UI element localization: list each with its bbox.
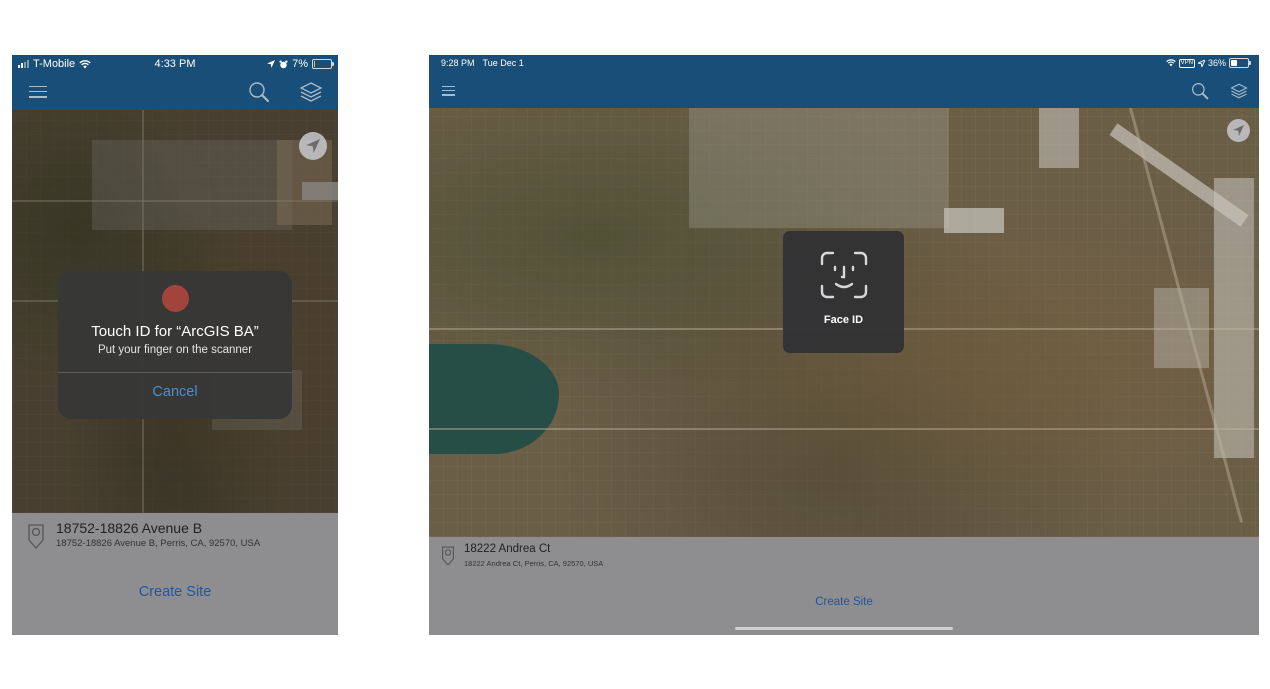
menu-icon[interactable] bbox=[442, 85, 455, 96]
layers-icon[interactable] bbox=[1230, 82, 1248, 100]
locate-button[interactable] bbox=[299, 132, 327, 160]
layers-icon[interactable] bbox=[299, 81, 323, 103]
touch-id-dialog: Touch ID for “ArcGIS BA” Put your finger… bbox=[58, 271, 292, 419]
location-sheet: 18222 Andrea Ct 18222 Andrea Ct, Perris,… bbox=[429, 537, 1259, 635]
locate-button[interactable] bbox=[1227, 119, 1250, 142]
map-pin-icon bbox=[442, 546, 454, 566]
status-right: VPN 36% bbox=[1165, 58, 1251, 68]
location-sheet: 18752-18826 Avenue B 18752-18826 Avenue … bbox=[12, 513, 338, 635]
menu-icon[interactable] bbox=[29, 85, 47, 98]
location-arrow-icon bbox=[1197, 59, 1205, 67]
battery-fill bbox=[1231, 60, 1237, 66]
status-right: 7% bbox=[267, 58, 334, 70]
nav-bar bbox=[12, 73, 338, 110]
status-bar: T-Mobile 4:33 PM 7% bbox=[12, 55, 338, 73]
location-arrow-icon bbox=[1233, 125, 1244, 136]
face-id-dialog: Face ID bbox=[783, 231, 904, 353]
phone-screen: T-Mobile 4:33 PM 7% Touch ID for “ArcGIS… bbox=[12, 55, 338, 635]
address-title: 18222 Andrea Ct bbox=[464, 543, 551, 555]
status-time: 9:28 PM bbox=[441, 58, 475, 68]
tablet-screen: 9:28 PM Tue Dec 1 VPN 36% Face ID 18222 … bbox=[429, 55, 1259, 635]
face-id-icon bbox=[820, 251, 867, 299]
location-arrow-icon bbox=[306, 139, 320, 153]
wifi-icon bbox=[1165, 59, 1176, 67]
home-indicator[interactable] bbox=[735, 627, 953, 630]
map-urban-area bbox=[689, 108, 949, 228]
address-full: 18752-18826 Avenue B, Perris, CA, 92570,… bbox=[56, 538, 261, 549]
dialog-divider bbox=[58, 372, 292, 373]
map-building bbox=[1039, 108, 1079, 168]
battery-icon bbox=[312, 59, 334, 69]
dialog-subtitle: Put your finger on the scanner bbox=[97, 344, 253, 356]
vpn-icon: VPN bbox=[1178, 58, 1195, 68]
status-left: 9:28 PM Tue Dec 1 bbox=[441, 58, 524, 68]
map-road bbox=[429, 428, 1259, 430]
alarm-icon bbox=[279, 59, 288, 68]
fingerprint-indicator-icon bbox=[161, 285, 189, 312]
cancel-button[interactable]: Cancel bbox=[58, 384, 292, 400]
map-pin-icon bbox=[28, 524, 44, 549]
status-bar: 9:28 PM Tue Dec 1 VPN 36% bbox=[429, 55, 1259, 73]
battery-fill bbox=[314, 61, 315, 67]
map-industrial bbox=[1214, 178, 1254, 458]
search-icon[interactable] bbox=[1191, 82, 1209, 100]
nav-bar bbox=[429, 73, 1259, 108]
map-lake bbox=[429, 343, 559, 454]
address-title: 18752-18826 Avenue B bbox=[56, 520, 203, 536]
battery-percent: 7% bbox=[292, 58, 308, 70]
create-site-button[interactable]: Create Site bbox=[429, 596, 1259, 608]
dialog-title: Face ID bbox=[823, 314, 864, 326]
location-arrow-icon bbox=[267, 60, 276, 68]
battery-percent: 36% bbox=[1207, 58, 1226, 68]
address-full: 18222 Andrea Ct, Perris, CA, 92570, USA bbox=[464, 559, 604, 568]
dialog-title: Touch ID for “ArcGIS BA” bbox=[91, 323, 259, 340]
battery-icon bbox=[1229, 58, 1251, 68]
search-icon[interactable] bbox=[248, 81, 270, 103]
status-date: Tue Dec 1 bbox=[482, 58, 524, 68]
create-site-button[interactable]: Create Site bbox=[12, 584, 338, 600]
map-building bbox=[944, 208, 1004, 233]
